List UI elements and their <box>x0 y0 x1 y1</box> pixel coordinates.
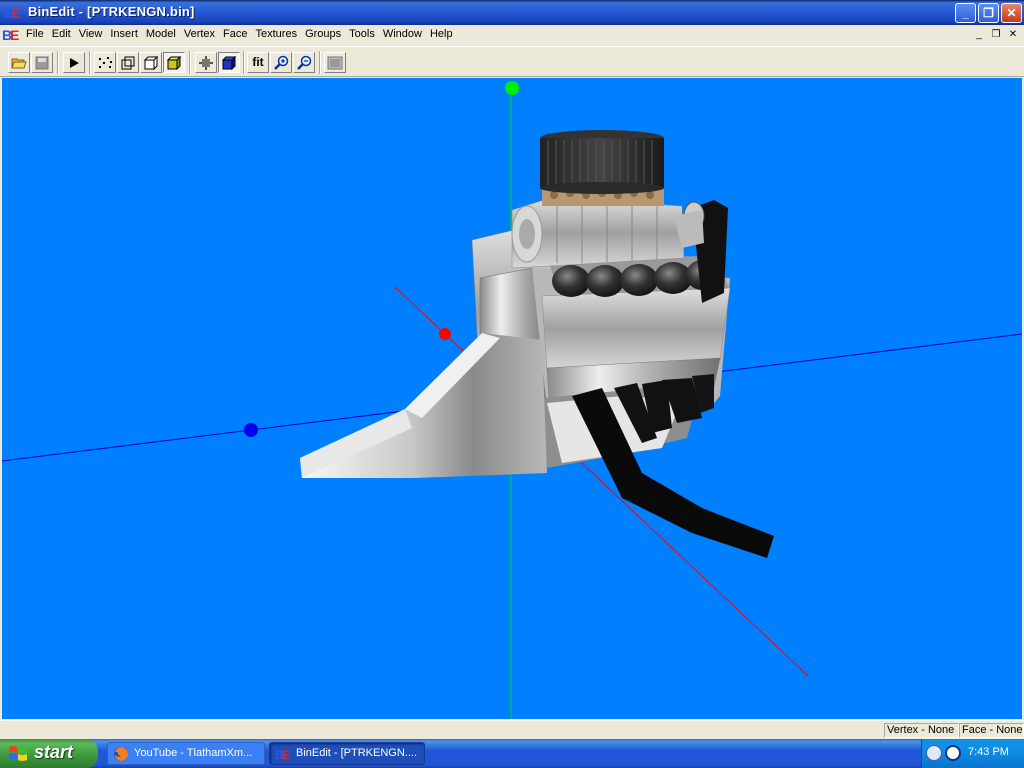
close-icon: ✕ <box>1006 6 1017 20</box>
z-axis-handle <box>439 328 451 340</box>
scene-canvas[interactable] <box>2 78 1022 719</box>
binedit-icon: B E <box>275 748 290 762</box>
system-tray: 7:43 PM <box>921 739 1024 768</box>
menu-textures[interactable]: Textures <box>252 25 302 45</box>
menu-insert[interactable]: Insert <box>106 25 142 45</box>
binedit-app-icon: B E <box>4 5 21 21</box>
menu-file[interactable]: File <box>22 25 48 45</box>
close-button[interactable]: ✕ <box>1001 3 1022 23</box>
svg-text:E: E <box>12 5 21 21</box>
solid-mode-button[interactable] <box>218 52 240 73</box>
fit-button[interactable]: fit <box>247 52 269 73</box>
mdi-close-button[interactable]: ✕ <box>1005 28 1021 42</box>
status-vertex: Vertex - None <box>884 723 959 738</box>
point-mode-button[interactable] <box>195 52 217 73</box>
vertices-icon <box>99 57 112 68</box>
clock[interactable]: 7:43 PM <box>968 746 1009 758</box>
play-icon <box>70 58 79 68</box>
menu-vertex[interactable]: Vertex <box>180 25 219 45</box>
textured-icon <box>166 55 182 71</box>
x-axis-handle <box>244 423 258 437</box>
wireframe-icon <box>121 56 135 70</box>
toolbar-separator <box>243 51 245 74</box>
menu-face[interactable]: Face <box>219 25 251 45</box>
restore-button[interactable]: ❐ <box>978 3 999 23</box>
document-menu-icon[interactable]: B E <box>2 26 20 43</box>
toolbar-separator <box>189 51 191 74</box>
wireframe-view-button[interactable] <box>117 52 139 73</box>
textured-view-button[interactable] <box>163 52 185 73</box>
3d-viewport[interactable] <box>2 78 1022 719</box>
svg-text:E: E <box>282 748 290 762</box>
toolbar-separator <box>89 51 91 74</box>
status-bar: Vertex - None Face - None <box>0 720 1024 740</box>
task-label: YouTube - TlathamXm... <box>134 747 253 759</box>
taskbar-item-youtube[interactable]: YouTube - TlathamXm... <box>107 742 265 765</box>
start-label: start <box>34 742 74 762</box>
toolbar-separator <box>319 51 321 74</box>
play-button[interactable] <box>63 52 85 73</box>
minimize-button[interactable]: _ <box>955 3 976 23</box>
restore-icon: ❐ <box>983 6 994 20</box>
menu-bar: B E File Edit View Insert Model Vertex F… <box>0 25 1024 45</box>
taskbar: start YouTube - TlathamXm... B E BinEdit… <box>0 739 1024 768</box>
save-icon <box>35 56 49 70</box>
menu-window[interactable]: Window <box>379 25 426 45</box>
menu-help[interactable]: Help <box>426 25 457 45</box>
windows-flag-icon <box>9 746 27 761</box>
screenshot-icon <box>327 56 343 70</box>
mdi-restore-button[interactable]: ❐ <box>988 28 1004 42</box>
screenshot-button[interactable] <box>324 52 346 73</box>
flat-shade-icon <box>143 55 159 71</box>
tray-app-icon[interactable] <box>945 745 961 761</box>
status-face: Face - None <box>959 723 1024 738</box>
flat-shade-button[interactable] <box>140 52 162 73</box>
firefox-icon <box>114 747 128 761</box>
vertices-view-button[interactable] <box>94 52 116 73</box>
zoom-out-icon <box>297 55 312 70</box>
menu-tools[interactable]: Tools <box>345 25 379 45</box>
engine-model[interactable] <box>300 130 774 558</box>
task-label: BinEdit - [PTRKENGN.... <box>296 747 418 759</box>
mdi-minimize-button[interactable]: _ <box>971 28 987 42</box>
title-bar[interactable]: B E BinEdit - [PTRKENGN.bin] _ ❐ ✕ <box>0 0 1024 25</box>
menu-edit[interactable]: Edit <box>48 25 75 45</box>
taskbar-item-binedit[interactable]: B E BinEdit - [PTRKENGN.... <box>269 742 425 765</box>
zoom-out-button[interactable] <box>293 52 315 73</box>
menu-groups[interactable]: Groups <box>301 25 345 45</box>
open-icon <box>11 58 27 69</box>
menu-model[interactable]: Model <box>142 25 180 45</box>
point-mode-icon <box>199 56 213 70</box>
zoom-in-icon <box>274 55 289 70</box>
toolbar: fit <box>0 46 1024 77</box>
minimize-icon: _ <box>962 6 969 20</box>
svg-text:E: E <box>10 27 19 43</box>
start-button[interactable]: start <box>0 739 98 768</box>
tray-show-icons-icon[interactable] <box>926 745 942 761</box>
window-title: BinEdit - [PTRKENGN.bin] <box>28 4 195 19</box>
open-button[interactable] <box>8 52 30 73</box>
menu-view[interactable]: View <box>75 25 107 45</box>
toolbar-separator <box>57 51 59 74</box>
y-axis-handle <box>505 81 519 95</box>
solid-mode-icon <box>221 55 237 71</box>
save-button[interactable] <box>31 52 53 73</box>
zoom-in-button[interactable] <box>270 52 292 73</box>
